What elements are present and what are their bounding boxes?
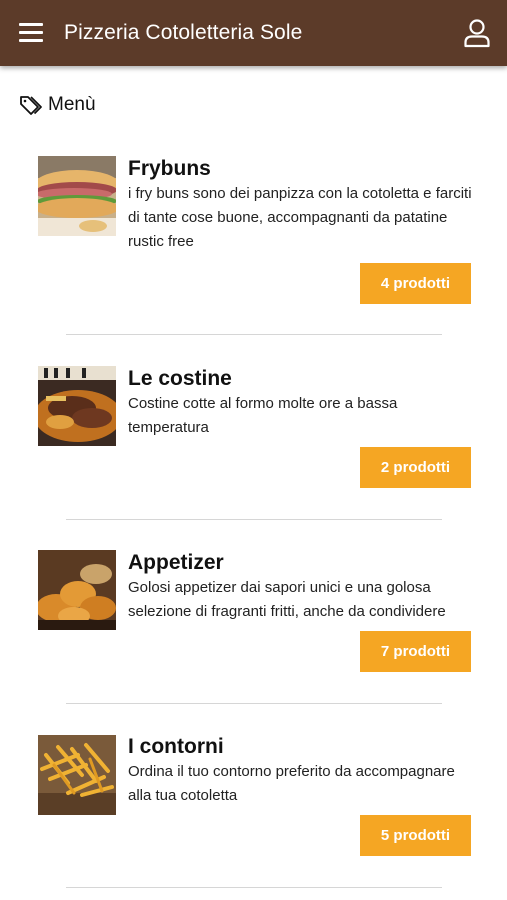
- products-button-frybuns[interactable]: 4 prodotti: [360, 263, 471, 304]
- category-image-frybuns[interactable]: [38, 156, 116, 236]
- hamburger-menu-icon[interactable]: [17, 20, 45, 46]
- app-header: Pizzeria Cotoletteria Sole: [0, 0, 507, 66]
- category-description: Costine cotte al formo molte ore a bassa…: [128, 395, 398, 436]
- app-title: Pizzeria Cotoletteria Sole: [64, 21, 303, 44]
- category-title[interactable]: Le costine: [128, 367, 232, 391]
- products-button-appetizer[interactable]: 7 prodotti: [360, 631, 471, 672]
- divider: [66, 703, 442, 704]
- divider: [66, 519, 442, 520]
- menu-section-heading: Menù: [19, 94, 96, 116]
- category-description: Golosi appetizer dai sapori unici e una …: [128, 579, 446, 620]
- divider: [66, 887, 442, 888]
- tag-icon: [20, 96, 42, 115]
- category-title[interactable]: Frybuns: [128, 157, 211, 181]
- category-title[interactable]: I contorni: [128, 735, 224, 759]
- products-button-i-contorni[interactable]: 5 prodotti: [360, 815, 471, 856]
- category-image-le-costine[interactable]: [38, 366, 116, 446]
- category-image-appetizer[interactable]: [38, 550, 116, 630]
- category-description: i fry buns sono dei panpizza con la coto…: [128, 185, 472, 250]
- category-title[interactable]: Appetizer: [128, 551, 224, 575]
- divider: [66, 334, 442, 335]
- products-button-le-costine[interactable]: 2 prodotti: [360, 447, 471, 488]
- section-title: Menù: [48, 94, 96, 115]
- category-description: Ordina il tuo contorno preferito da acco…: [128, 763, 455, 804]
- category-image-i-contorni[interactable]: [38, 735, 116, 815]
- user-account-icon[interactable]: [462, 18, 492, 48]
